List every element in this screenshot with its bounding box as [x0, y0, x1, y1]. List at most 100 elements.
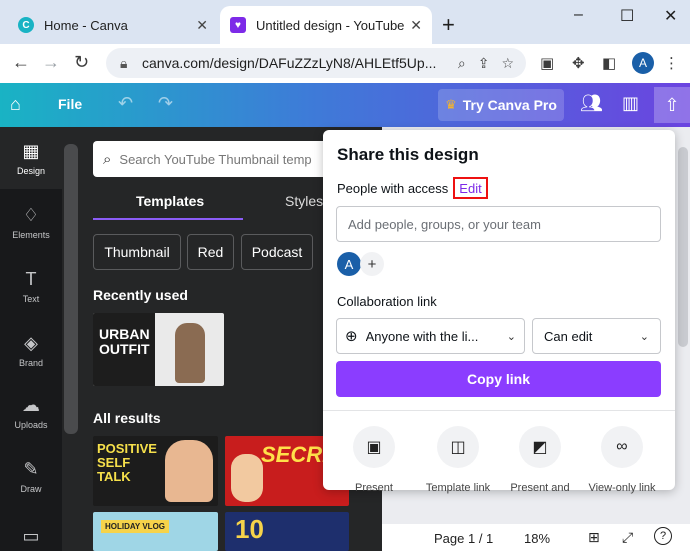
collaborator-avatar[interactable]: A [337, 252, 361, 276]
canva-design-favicon-icon: ♥ [230, 17, 246, 33]
browser-tab-home[interactable]: C Home - Canva ✕ [8, 6, 218, 44]
sidebar-toggle-icon[interactable]: ◧ [602, 54, 616, 72]
share-option-view-only-link[interactable]: ∞ View-only link [582, 426, 662, 494]
url-text: canva.com/design/DAFuZZzLyN8/AHLEtf5Up..… [142, 55, 437, 71]
canvas-scrollbar[interactable] [678, 147, 688, 347]
thumb-text: URBAN OUTFIT [99, 326, 150, 357]
rail-item-text[interactable]: T Text [0, 255, 62, 317]
rail-item-design[interactable]: ▦ Design [0, 127, 62, 189]
zoom-level[interactable]: 18% [524, 531, 550, 546]
extensions-puzzle-icon[interactable]: ✥ [572, 54, 585, 72]
camera-icon: ◩ [519, 426, 561, 468]
forward-icon[interactable]: → [42, 52, 60, 73]
share-option-label: Template link [425, 482, 491, 494]
folder-icon: ▭ [22, 525, 40, 546]
template-thumb-holiday-vlog[interactable]: HOLIDAY VLOG [93, 512, 218, 551]
share-upload-icon[interactable]: ⇧ [654, 87, 690, 123]
new-tab-button[interactable]: + [442, 12, 455, 38]
add-people-input[interactable]: Add people, groups, or your team [336, 206, 661, 242]
edit-access-link[interactable]: Edit [453, 177, 488, 199]
left-rail: ▦ Design ♢ Elements T Text ◈ Brand ☁ Upl… [0, 127, 62, 551]
browser-menu-icon[interactable]: ⋮ [664, 54, 679, 72]
panel-scrollbar[interactable] [64, 144, 78, 434]
tab-templates[interactable]: Templates [136, 193, 204, 209]
template-thumb-positive-self-talk[interactable]: POSITIVE SELF TALK [93, 436, 218, 506]
rail-item-projects[interactable]: ▭ [0, 507, 62, 551]
browser-tab-strip: C Home - Canva ✕ ♥ Untitled design - You… [0, 0, 690, 44]
permission-select[interactable]: Can edit ⌄ [532, 318, 661, 354]
back-icon[interactable]: ← [12, 52, 30, 73]
grid-view-icon[interactable]: ⊞ [588, 529, 600, 546]
text-icon: T [25, 268, 37, 289]
share-option-template-link[interactable]: ◫ Template link [418, 426, 498, 494]
access-value: Anyone with the li... [365, 328, 479, 344]
home-icon[interactable]: ⌂ [10, 94, 21, 115]
all-results-heading: All results [93, 410, 161, 426]
rail-label: Text [22, 293, 40, 304]
share-page-icon[interactable]: ⇪ [478, 55, 490, 72]
filter-chip-thumbnail[interactable]: Thumbnail [93, 234, 181, 270]
link-access-select[interactable]: ⊕ Anyone with the li... ⌄ [336, 318, 525, 354]
reload-icon[interactable]: ↻ [74, 52, 89, 73]
person-figure [165, 440, 213, 502]
file-menu-button[interactable]: File [58, 96, 82, 112]
filter-chip-podcast[interactable]: Podcast [241, 234, 313, 270]
template-thumb-plays[interactable]: 10 [225, 512, 349, 551]
pen-icon: ✎ [23, 458, 39, 479]
tab-styles[interactable]: Styles [285, 193, 323, 209]
redo-icon[interactable]: ↷ [158, 93, 173, 114]
help-button[interactable]: ? [654, 527, 672, 545]
share-option-label: View-only link [588, 482, 656, 494]
screenshot-extension-icon[interactable]: ▣ [540, 54, 554, 72]
share-option-present[interactable]: ▣ Present [334, 426, 414, 494]
share-option-present-and-record[interactable]: ◩ Present and [500, 426, 580, 494]
star-icon[interactable]: ☆ [501, 55, 514, 72]
share-option-label: Present [355, 482, 393, 494]
tab-title: Untitled design - YouTube Th [256, 17, 405, 33]
people-icon[interactable]: 👥︎ [580, 93, 603, 114]
undo-icon[interactable]: ↶ [118, 93, 133, 114]
template-thumb-urban-outfit[interactable]: URBAN OUTFIT [93, 313, 224, 386]
fullscreen-icon[interactable]: ⤢ [622, 529, 633, 546]
thumb-text: HOLIDAY VLOG [101, 520, 170, 533]
brand-icon: ◈ [24, 332, 38, 353]
close-window-icon[interactable]: ✕ [664, 6, 677, 26]
rail-label: Elements [12, 229, 50, 240]
page-indicator[interactable]: Page 1 / 1 [434, 531, 493, 546]
layout-icon: ▦ [22, 140, 40, 161]
filter-chip-red[interactable]: Red [187, 234, 234, 270]
browser-tab-design[interactable]: ♥ Untitled design - YouTube Th ✕ [220, 6, 432, 44]
permission-value: Can edit [544, 328, 593, 344]
present-icon: ▣ [353, 426, 395, 468]
search-icon[interactable]: ⌕ [458, 55, 466, 72]
rail-item-elements[interactable]: ♢ Elements [0, 191, 62, 253]
thumb-text: POSITIVE SELF TALK [97, 441, 157, 484]
divider [323, 410, 675, 411]
url-bar[interactable]: 🔒︎ canva.com/design/DAFuZZzLyN8/AHLEtf5U… [106, 48, 526, 78]
close-tab-icon[interactable]: ✕ [410, 17, 422, 34]
person-figure [231, 454, 263, 502]
add-collaborator-icon[interactable]: + [360, 252, 384, 276]
rail-item-draw[interactable]: ✎ Draw [0, 445, 62, 507]
people-with-access-label: People with access [337, 181, 449, 196]
crown-icon: ♛ [445, 97, 457, 112]
try-canva-pro-button[interactable]: ♛ Try Canva Pro [438, 89, 564, 121]
rail-label: Design [16, 165, 45, 176]
search-placeholder: Search YouTube Thumbnail temp [119, 151, 312, 167]
maximize-icon[interactable]: ☐ [620, 6, 634, 26]
template-search-input[interactable]: ⌕ Search YouTube Thumbnail temp [93, 141, 333, 177]
recently-used-heading: Recently used [93, 287, 188, 303]
thumb-number: 10 [235, 514, 264, 544]
copy-link-button[interactable]: Copy link [336, 361, 661, 397]
insights-chart-icon[interactable]: ▥ [622, 93, 639, 114]
rail-item-uploads[interactable]: ☁ Uploads [0, 381, 62, 443]
share-option-label: Present and [510, 482, 570, 494]
minimize-icon[interactable]: – [574, 6, 583, 24]
tab-title: Home - Canva [44, 17, 128, 33]
chevron-down-icon: ⌄ [506, 330, 516, 343]
globe-icon: ⊕ [345, 328, 358, 345]
share-dialog-title: Share this design [337, 145, 479, 164]
rail-item-brand[interactable]: ◈ Brand [0, 319, 62, 381]
browser-profile-avatar[interactable]: A [632, 52, 654, 74]
close-tab-icon[interactable]: ✕ [196, 17, 208, 34]
